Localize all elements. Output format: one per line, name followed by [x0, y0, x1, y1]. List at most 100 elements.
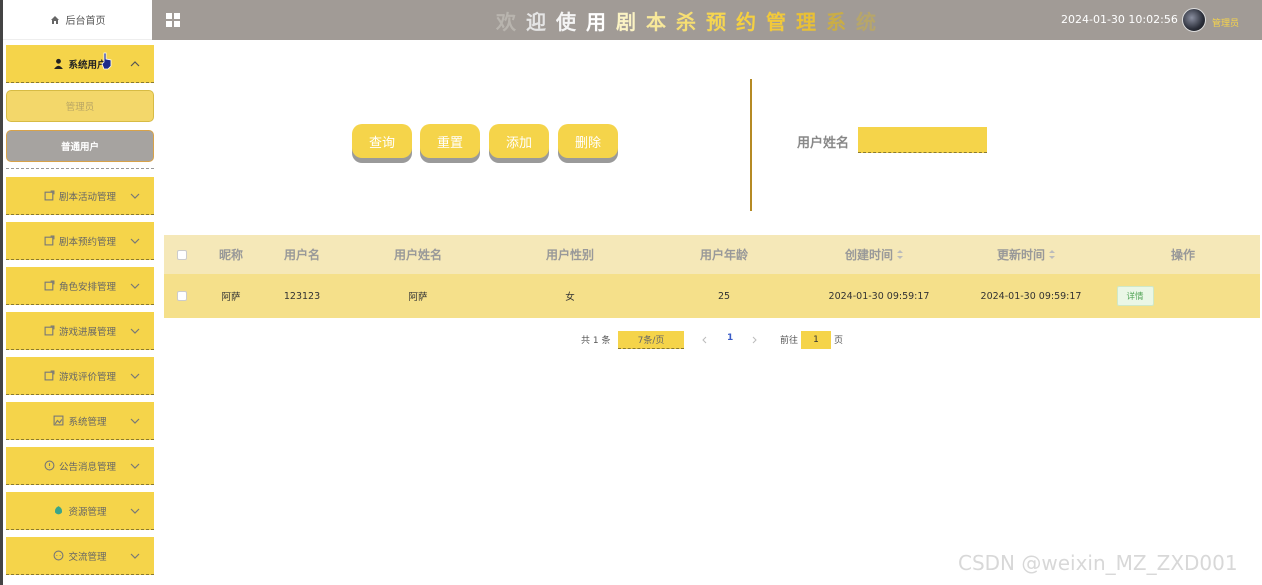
watermark: CSDN @weixin_MZ_ZXD001 [958, 551, 1238, 575]
top-header: 欢迎使用剧本杀预约管理系统 2024-01-30 10:02:56 管理员 [152, 0, 1262, 40]
sidebar-home[interactable]: 后台首页 [3, 0, 152, 40]
cell-updated: 2024-01-30 09:59:17 [980, 290, 1082, 302]
sidebar-group-label: 资源管理 [68, 506, 107, 518]
title-char: 管 [766, 10, 796, 34]
sidebar-group-script-booking[interactable]: 剧本预约管理 [6, 222, 154, 260]
sidebar-group-system-management[interactable]: 系统管理 [6, 402, 154, 440]
title-char: 剧 [616, 10, 646, 34]
note-icon [44, 370, 55, 381]
chevron-down-icon [130, 508, 140, 514]
header-datetime: 2024-01-30 10:02:56 [1061, 13, 1178, 26]
sidebar-group-resources[interactable]: 资源管理 [6, 492, 154, 530]
sidebar-group-label: 游戏进展管理 [58, 326, 116, 338]
page-title: 欢迎使用剧本杀预约管理系统 [496, 6, 886, 35]
info-icon [44, 460, 55, 471]
add-button[interactable]: 添加 [489, 124, 549, 158]
sidebar-group-label: 交流管理 [68, 551, 107, 563]
title-char: 使 [556, 10, 586, 34]
query-button[interactable]: 查询 [352, 124, 412, 158]
chevron-down-icon [130, 328, 140, 334]
table-row: 阿萨 123123 阿萨 女 25 2024-01-30 09:59:17 20… [164, 274, 1260, 318]
title-char: 杀 [676, 10, 706, 34]
prev-page-icon[interactable] [701, 336, 708, 344]
sidebar-group-label: 系统管理 [68, 416, 107, 428]
chevron-up-icon [130, 61, 140, 67]
cell-nickname: 阿萨 [221, 292, 241, 303]
pagination-current-page[interactable]: 1 [727, 333, 733, 343]
column-header: 操作 [1170, 248, 1195, 262]
note-icon [44, 190, 55, 201]
sidebar-divider [6, 168, 154, 169]
sidebar-group-label: 剧本活动管理 [58, 191, 116, 203]
column-header-sortable[interactable]: 更新时间 [976, 235, 1076, 274]
detail-button[interactable]: 详情 [1116, 286, 1154, 306]
sidebar: 后台首页 系统用户 管理员 普通用户 剧本活动管理 剧本预约管理 角色安排管理 … [0, 0, 154, 585]
title-char: 本 [646, 10, 676, 34]
sidebar-group-game-progress[interactable]: 游戏进展管理 [6, 312, 154, 350]
user-icon [54, 58, 64, 69]
column-header-label: 创建时间 [844, 248, 893, 262]
column-header: 用户姓名 [393, 248, 442, 262]
note-icon [44, 280, 55, 291]
sidebar-group-system-users[interactable]: 系统用户 [6, 45, 154, 83]
chevron-down-icon [130, 193, 140, 199]
delete-button[interactable]: 删除 [558, 124, 618, 158]
next-page-icon[interactable] [751, 336, 758, 344]
column-header-label: 更新时间 [996, 248, 1045, 262]
sidebar-item-admin[interactable]: 管理员 [6, 90, 154, 122]
sidebar-home-label: 后台首页 [65, 16, 106, 27]
chevron-down-icon [130, 463, 140, 469]
resource-icon [55, 506, 63, 515]
page-jump-input[interactable]: 1 [801, 331, 831, 349]
pagination-goto-suffix: 页 [834, 336, 844, 346]
pagination-goto-prefix: 前往 [780, 336, 799, 346]
data-table: 昵称 用户名 用户姓名 用户性别 用户年龄 创建时间 更新时间 操作 阿萨 12… [164, 235, 1260, 318]
sidebar-group-label: 游戏评价管理 [58, 371, 116, 383]
sidebar-item-normal-users[interactable]: 普通用户 [6, 130, 154, 162]
chat-icon [54, 550, 64, 561]
home-icon [50, 15, 59, 24]
column-header: 用户名 [283, 248, 320, 262]
chevron-down-icon [130, 553, 140, 559]
mouse-cursor-icon [101, 52, 112, 70]
sidebar-group-script-activity[interactable]: 剧本活动管理 [6, 177, 154, 215]
search-input-username[interactable] [858, 127, 987, 153]
chevron-down-icon [130, 373, 140, 379]
image-icon [54, 415, 64, 426]
column-header-sortable[interactable]: 创建时间 [824, 235, 924, 274]
grid-menu-icon[interactable] [166, 13, 180, 27]
sort-icon[interactable] [1049, 250, 1055, 259]
reset-button[interactable]: 重置 [420, 124, 480, 158]
sidebar-group-label: 剧本预约管理 [58, 236, 116, 248]
sidebar-group-communication[interactable]: 交流管理 [6, 537, 154, 575]
chevron-down-icon [130, 418, 140, 424]
sidebar-group-label: 角色安排管理 [58, 281, 116, 293]
select-all-checkbox[interactable] [177, 249, 187, 260]
note-icon [44, 235, 55, 246]
sidebar-group-game-review[interactable]: 游戏评价管理 [6, 357, 154, 395]
sidebar-group-announcement[interactable]: 公告消息管理 [6, 447, 154, 485]
search-divider [750, 79, 752, 211]
title-char: 系 [826, 10, 856, 34]
title-char: 用 [586, 10, 616, 34]
cell-realname: 阿萨 [408, 292, 428, 303]
header-admin-name[interactable]: 管理员 [1212, 16, 1239, 29]
cell-username: 123123 [283, 290, 321, 302]
page-size-select[interactable]: 7条/页 [618, 331, 684, 349]
note-icon [44, 325, 55, 336]
title-char: 统 [856, 10, 886, 34]
title-char: 约 [736, 10, 766, 34]
title-char: 迎 [526, 10, 556, 34]
cell-created: 2024-01-30 09:59:17 [828, 290, 930, 302]
search-label-username: 用户姓名 [797, 136, 850, 151]
column-header: 昵称 [218, 248, 243, 262]
sort-icon[interactable] [897, 250, 903, 259]
pagination-total: 共 1 条 [581, 336, 611, 346]
column-header: 用户性别 [545, 248, 594, 262]
app-root: 后台首页 系统用户 管理员 普通用户 剧本活动管理 剧本预约管理 角色安排管理 … [0, 0, 1262, 585]
avatar[interactable] [1182, 8, 1206, 32]
cell-age: 25 [717, 290, 731, 302]
chevron-down-icon [130, 283, 140, 289]
sidebar-group-role-arrangement[interactable]: 角色安排管理 [6, 267, 154, 305]
row-checkbox[interactable] [177, 291, 187, 301]
